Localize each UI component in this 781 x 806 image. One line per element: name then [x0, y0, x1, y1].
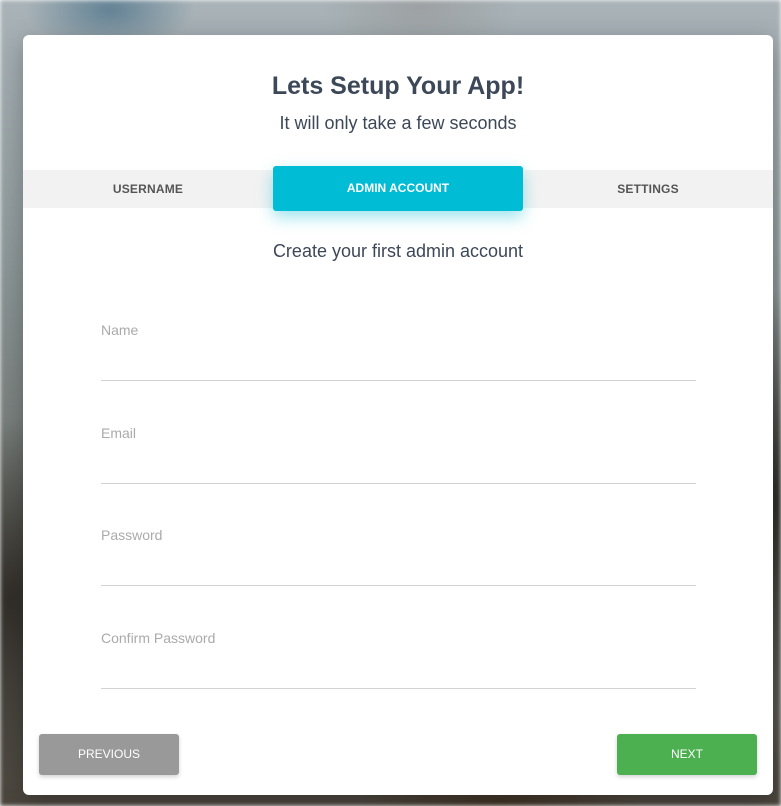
confirm-password-field: Confirm Password — [101, 630, 696, 689]
wizard-title: Lets Setup Your App! — [271, 72, 525, 100]
confirm-password-input[interactable] — [101, 652, 696, 682]
name-input[interactable] — [101, 344, 696, 374]
confirm-password-label: Confirm Password — [101, 630, 216, 646]
tab-username[interactable]: USERNAME — [23, 170, 273, 208]
password-input[interactable] — [101, 549, 696, 579]
name-field: Name — [101, 322, 696, 381]
tab-settings[interactable]: SETTINGS — [523, 170, 773, 208]
previous-button[interactable]: PREVIOUS — [39, 734, 179, 775]
setup-wizard-card: Lets Setup Your App! It will only take a… — [23, 35, 773, 795]
password-label: Password — [101, 527, 163, 543]
name-label: Name — [101, 322, 139, 338]
password-field: Password — [101, 527, 696, 586]
next-button[interactable]: NEXT — [617, 734, 757, 775]
tab-admin-account[interactable]: ADMIN ACCOUNT — [273, 166, 523, 211]
email-label: Email — [101, 425, 137, 441]
wizard-subtitle: It will only take a few seconds — [279, 113, 517, 133]
email-field: Email — [101, 425, 696, 484]
email-input[interactable] — [101, 447, 696, 477]
section-heading: Create your first admin account — [272, 241, 524, 261]
